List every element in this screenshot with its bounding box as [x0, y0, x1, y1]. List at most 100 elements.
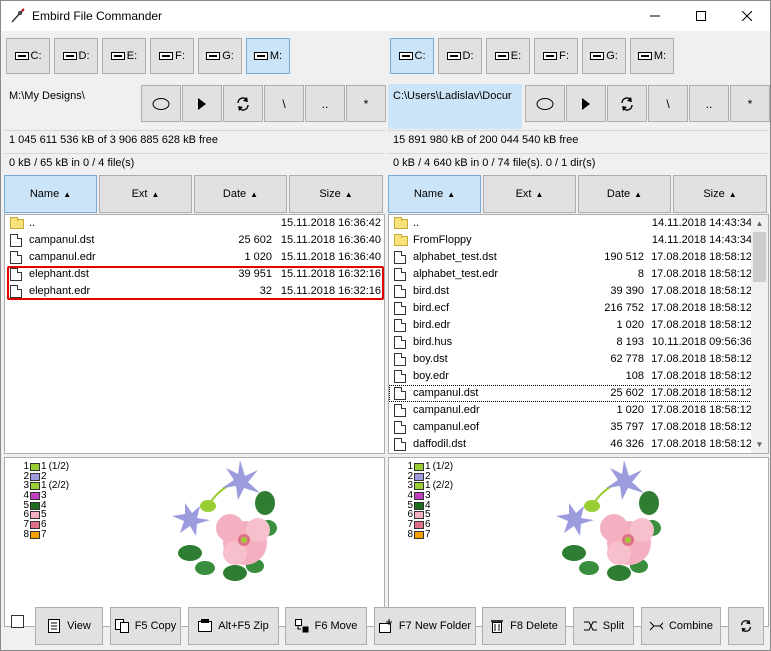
- minimize-icon: [650, 15, 660, 17]
- file-size: 39 390: [610, 285, 644, 297]
- split-button[interactable]: Split: [573, 607, 634, 645]
- file-row[interactable]: .. 14.11.2018 14:43:34: [389, 215, 768, 232]
- drive-f-button[interactable]: F:: [534, 38, 578, 74]
- date-column-header[interactable]: Date ▲: [578, 175, 671, 213]
- legend-label: (2/2): [48, 480, 70, 492]
- size-column-header[interactable]: Size ▲: [289, 175, 383, 213]
- file-row[interactable]: campanul.edr 1 020 17.08.2018 18:58:12: [389, 402, 768, 419]
- file-row[interactable]: .. 15.11.2018 16:36:42: [5, 215, 384, 232]
- copy-button[interactable]: F5 Copy: [110, 607, 181, 645]
- file-row[interactable]: bird.dst 39 390 17.08.2018 18:58:12: [389, 283, 768, 300]
- minimize-button[interactable]: [632, 1, 678, 31]
- left-file-list[interactable]: .. 15.11.2018 16:36:42 campanul.dst 25 602 1…: [4, 214, 385, 454]
- file-name: elephant.dst: [29, 268, 89, 280]
- new-folder-button[interactable]: F7 New Folder: [374, 607, 476, 645]
- refresh-button[interactable]: [223, 85, 263, 122]
- drive-e-button[interactable]: E:: [102, 38, 146, 74]
- filter-all-button[interactable]: *: [730, 85, 770, 122]
- file-date: 17.08.2018 18:58:12: [651, 404, 752, 416]
- parent-dir-button[interactable]: ..: [305, 85, 345, 122]
- file-name: boy.dst: [413, 353, 448, 365]
- file-row[interactable]: FromFloppy 14.11.2018 14:43:34: [389, 232, 768, 249]
- name-column-header[interactable]: Name ▲: [4, 175, 97, 213]
- ext-column-header[interactable]: Ext ▲: [99, 175, 192, 213]
- drive-d-button[interactable]: D:: [438, 38, 482, 74]
- selection-info-text: 0 kB / 4 640 kB in 0 / 74 file(s). 0 / 1…: [388, 153, 769, 173]
- file-date: 17.08.2018 18:58:12: [651, 302, 752, 314]
- file-row[interactable]: campanul.eof 35 797 17.08.2018 18:58:12: [389, 419, 768, 436]
- file-row[interactable]: boy.edr 108 17.08.2018 18:58:12: [389, 368, 768, 385]
- parent-dir-button[interactable]: ..: [689, 85, 729, 122]
- folder-icon: [10, 217, 24, 229]
- scroll-up-icon[interactable]: ▲: [751, 215, 768, 232]
- sort-asc-icon: ▲: [634, 189, 643, 199]
- file-row[interactable]: alphabet_test.dst 190 512 17.08.2018 18:58…: [389, 249, 768, 266]
- move-button[interactable]: F6 Move: [285, 607, 367, 645]
- root-dir-button[interactable]: \: [264, 85, 304, 122]
- lasso-button[interactable]: [525, 85, 565, 122]
- folder-icon: [394, 217, 408, 229]
- drive-f-button[interactable]: F:: [150, 38, 194, 74]
- scroll-down-icon[interactable]: ▼: [751, 436, 768, 453]
- drive-e-button[interactable]: E:: [486, 38, 530, 74]
- file-date: 17.08.2018 18:58:12: [651, 370, 752, 382]
- file-row[interactable]: bird.edr 1 020 17.08.2018 18:58:12: [389, 317, 768, 334]
- zip-button[interactable]: Alt+F5 Zip: [188, 607, 279, 645]
- file-row[interactable]: bird.hus 8 193 10.11.2018 09:56:36: [389, 334, 768, 351]
- color-swatch: [30, 491, 40, 500]
- file-row[interactable]: bird.ecf 216 752 17.08.2018 18:58:12: [389, 300, 768, 317]
- scroll-thumb[interactable]: [753, 232, 766, 282]
- path-field[interactable]: M:\My Designs\: [4, 84, 138, 129]
- play-button[interactable]: [182, 85, 222, 122]
- file-row[interactable]: campanul.dst 25 602 15.11.2018 16:36:40: [5, 232, 384, 249]
- file-name: campanul.edr: [413, 404, 480, 416]
- file-row[interactable]: elephant.dst 39 951 15.11.2018 16:32:16: [5, 266, 384, 283]
- maximize-button[interactable]: [678, 1, 724, 31]
- root-dir-button[interactable]: \: [648, 85, 688, 122]
- sort-asc-icon: ▲: [728, 189, 737, 199]
- play-button[interactable]: [566, 85, 606, 122]
- drive-icon: [543, 52, 558, 60]
- drive-m-button[interactable]: M:: [630, 38, 674, 74]
- path-field[interactable]: C:\Users\Ladislav\Docur: [388, 84, 522, 129]
- free-space-text: 15 891 980 kB of 200 044 540 kB free: [388, 130, 769, 150]
- drive-g-button[interactable]: G:: [582, 38, 626, 74]
- combine-button[interactable]: Combine: [641, 607, 721, 645]
- file-date: 15.11.2018 16:36:40: [280, 251, 381, 263]
- right-file-list[interactable]: .. 14.11.2018 14:43:34 FromFloppy 14.11.201…: [388, 214, 769, 454]
- file-row[interactable]: campanul.edr 1 020 15.11.2018 16:36:40: [5, 249, 384, 266]
- filter-all-button[interactable]: *: [346, 85, 386, 122]
- file-row[interactable]: campanul.dst 25 602 17.08.2018 18:58:12: [389, 385, 768, 402]
- drive-d-button[interactable]: D:: [54, 38, 98, 74]
- legend-number: 8: [23, 528, 29, 540]
- refresh-all-button[interactable]: [728, 607, 764, 645]
- file-date: 17.08.2018 18:58:12: [651, 421, 752, 433]
- ext-column-header[interactable]: Ext ▲: [483, 175, 576, 213]
- delete-button[interactable]: F8 Delete: [482, 607, 566, 645]
- lasso-icon: [152, 97, 170, 110]
- drive-m-button[interactable]: M:: [246, 38, 290, 74]
- file-row[interactable]: elephant.edr 32 15.11.2018 16:32:16: [5, 283, 384, 300]
- lasso-button[interactable]: [141, 85, 181, 122]
- vertical-scrollbar[interactable]: ▲ ▼: [751, 215, 768, 453]
- file-size: 1 020: [616, 404, 644, 416]
- file-name: elephant.edr: [29, 285, 91, 297]
- legend-color-number: 7: [41, 528, 47, 540]
- drive-g-button[interactable]: G:: [198, 38, 242, 74]
- name-column-header[interactable]: Name ▲: [388, 175, 481, 213]
- file-row[interactable]: daffodil.dst 46 326 17.08.2018 18:58:12: [389, 436, 768, 453]
- file-icon: [10, 251, 22, 264]
- file-row[interactable]: alphabet_test.edr 8 17.08.2018 18:58:12: [389, 266, 768, 283]
- file-row[interactable]: boy.dst 62 778 17.08.2018 18:58:12: [389, 351, 768, 368]
- drive-c-button[interactable]: C:: [6, 38, 50, 74]
- left-preview-panel: 1 1 (1/2) 2 2 3 1 (2/2) 4 3 5 4 6 5 7 6 8 7: [4, 457, 385, 627]
- color-swatch: [414, 520, 424, 529]
- drive-c-button[interactable]: C:: [390, 38, 434, 74]
- drive-bar: C: D: E: F: G: M:: [6, 38, 294, 74]
- view-button[interactable]: View: [35, 607, 103, 645]
- close-button[interactable]: [724, 1, 770, 31]
- select-checkbox[interactable]: [11, 615, 24, 628]
- refresh-button[interactable]: [607, 85, 647, 122]
- date-column-header[interactable]: Date ▲: [194, 175, 287, 213]
- size-column-header[interactable]: Size ▲: [673, 175, 767, 213]
